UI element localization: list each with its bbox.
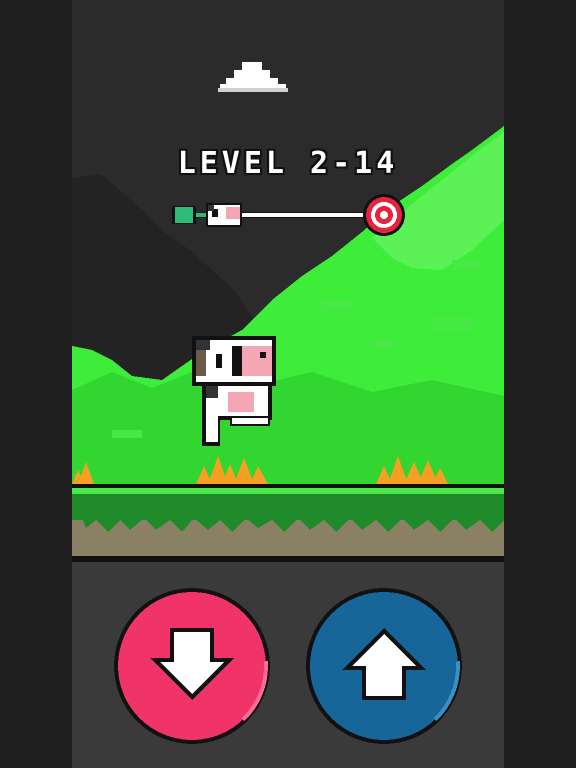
ground-bottom-edge (72, 556, 504, 562)
progress-start-marker (175, 207, 193, 223)
progress-cow-marker (206, 203, 242, 227)
grass-body (72, 494, 504, 520)
progress-target-icon (363, 194, 405, 236)
slide-down-button[interactable] (112, 586, 272, 746)
grass-top (72, 488, 504, 494)
hill-shade (72, 368, 504, 486)
ground-outline (72, 484, 504, 488)
level-title: LEVEL 2-14 (177, 146, 399, 181)
game-stage: LEVEL 2-14 (72, 0, 504, 768)
jump-up-button[interactable] (304, 586, 464, 746)
